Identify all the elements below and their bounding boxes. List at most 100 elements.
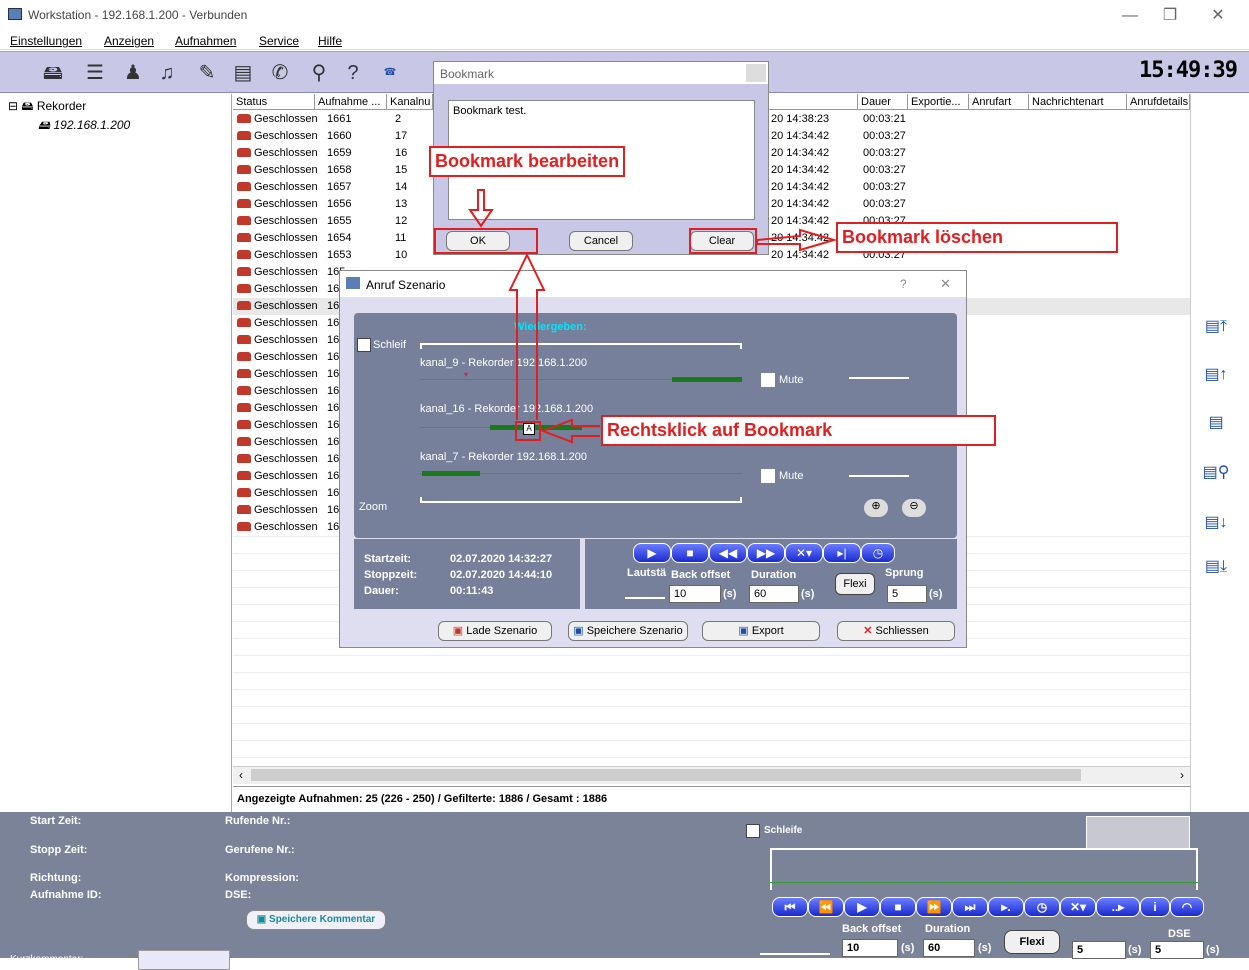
bookmark-cancel-button[interactable]: Cancel	[569, 231, 633, 251]
col-aufnahme[interactable]: Aufnahme ...	[315, 94, 387, 110]
id-cell: 1655	[327, 215, 352, 227]
play-button[interactable]: ▶	[844, 897, 880, 917]
search-list-icon[interactable]: ▤⚲	[1201, 462, 1231, 484]
zoom-bracket[interactable]	[420, 497, 742, 503]
close-button[interactable]: ✕	[1198, 4, 1238, 28]
move-top-icon[interactable]: ▤⤒	[1201, 316, 1231, 338]
bottom-flexi-button[interactable]: Flexi	[1004, 930, 1060, 954]
tree-root-rekorder[interactable]: ⊟ 🖴 Rekorder	[8, 97, 86, 118]
scenario-help-button[interactable]: ?	[900, 277, 907, 291]
maximize-button[interactable]: ❐	[1150, 4, 1190, 28]
forward-button[interactable]: ⏩	[916, 897, 952, 917]
jump-button[interactable]: ..▸	[1096, 897, 1140, 917]
help-icon[interactable]: ?	[338, 58, 368, 88]
bookmark-close-icon[interactable]	[746, 64, 766, 82]
cut-button[interactable]: ✕▾	[1060, 897, 1096, 917]
move-up-icon[interactable]: ▤↑	[1201, 364, 1231, 386]
track-1-volume-slider[interactable]	[849, 377, 909, 379]
id-cell: 16	[327, 453, 340, 465]
scenario-flexi-button[interactable]: Flexi	[835, 573, 875, 595]
bottom-jump-stepper[interactable]: 5	[1072, 941, 1126, 959]
scroll-right-icon[interactable]: ›	[1180, 768, 1184, 782]
track-3-volume-slider[interactable]	[849, 475, 909, 477]
scenario-app-icon	[346, 277, 360, 289]
tree-item-recorder[interactable]: 🖴 192.168.1.200	[38, 116, 130, 137]
next-marker-button[interactable]: ▸.	[988, 897, 1024, 917]
col-anrufart[interactable]: Anrufart	[969, 94, 1029, 110]
col-anrufdetails[interactable]: Anrufdetails	[1127, 94, 1190, 110]
zoom-out-icon[interactable]: ⊖	[902, 499, 926, 517]
tools-icon[interactable]: ✎	[192, 58, 222, 88]
stop-button[interactable]: ■	[880, 897, 916, 917]
annotation-edit: Bookmark bearbeiten	[429, 146, 626, 177]
short-comment-input[interactable]	[138, 950, 230, 970]
scenario-cut-button[interactable]: ✕▾	[785, 543, 823, 563]
bottom-timeline[interactable]	[770, 848, 1198, 890]
menu-einstellungen[interactable]: Einstellungen	[10, 34, 82, 48]
scroll-thumb[interactable]	[251, 769, 1081, 781]
scenario-times-panel: Startzeit: 02.07.2020 14:32:27 Stoppzeit…	[354, 539, 580, 609]
empty-row-line	[233, 672, 1190, 673]
bottom-backoffset-stepper[interactable]: 10	[842, 939, 898, 957]
status-text: Geschlossen	[254, 317, 318, 329]
bottom-dse-stepper[interactable]: 5	[1150, 941, 1204, 959]
skip-start-button[interactable]: ⏮	[772, 897, 808, 917]
track-1-mute-checkbox[interactable]	[761, 373, 775, 387]
phone-number-icon[interactable]: ☎	[375, 58, 405, 88]
col-nachrichtenart[interactable]: Nachrichtenart	[1029, 94, 1127, 110]
book-icon[interactable]: ▤	[228, 58, 258, 88]
info-button[interactable]: i	[1140, 897, 1170, 917]
scroll-left-icon[interactable]: ‹	[239, 768, 243, 782]
id-cell: 16	[327, 504, 340, 516]
move-bottom-icon[interactable]: ▤⤓	[1201, 556, 1231, 578]
close-scenario-button[interactable]: ✕ Schliessen	[837, 621, 955, 641]
minimize-button[interactable]: —	[1110, 4, 1150, 28]
scenario-clock-button[interactable]: ◷	[861, 543, 895, 563]
scenario-backoffset-stepper[interactable]: 10	[669, 585, 721, 603]
audio-icon[interactable]: ♫	[152, 58, 182, 88]
id-cell: 1661	[327, 113, 352, 125]
move-down-icon[interactable]: ▤↓	[1201, 512, 1231, 534]
details-icon[interactable]: ▤	[1201, 412, 1231, 434]
export-button[interactable]: ▣ Export	[702, 621, 820, 641]
zoom-in-icon[interactable]: ⊕	[864, 499, 888, 517]
menu-anzeigen[interactable]: Anzeigen	[104, 34, 154, 48]
col-kanal[interactable]: Kanalnu	[387, 94, 433, 110]
rec-list-icon[interactable]: ☰	[80, 58, 110, 88]
rewind-button[interactable]: ⏪	[808, 897, 844, 917]
users-icon[interactable]: ♟	[118, 58, 148, 88]
menu-aufnahmen[interactable]: Aufnahmen	[175, 34, 236, 48]
recorder-icon[interactable]: 🖴	[38, 58, 68, 88]
horizontal-scrollbar[interactable]: ‹ ›	[233, 766, 1190, 784]
skip-end-button[interactable]: ⏭	[952, 897, 988, 917]
col-dauer[interactable]: Dauer	[858, 94, 908, 110]
load-scenario-button[interactable]: ▣ Lade Szenario	[438, 621, 552, 641]
save-comment-button[interactable]: ▣ Speichere Kommentar	[246, 910, 386, 930]
search-icon[interactable]: ⚲	[304, 58, 334, 88]
save-scenario-button[interactable]: ▣ Speichere Szenario	[568, 621, 688, 641]
volume-dial-button[interactable]: ◠	[1170, 897, 1204, 917]
scenario-loop-checkbox[interactable]	[357, 338, 371, 352]
loop-checkbox[interactable]	[746, 824, 760, 838]
menu-service[interactable]: Service	[259, 34, 299, 48]
col-exportiert[interactable]: Exportie...	[908, 94, 969, 110]
scenario-play-button[interactable]: ▶	[633, 543, 671, 563]
scenario-forward-button[interactable]: ▶▶	[747, 543, 785, 563]
scenario-rewind-button[interactable]: ◀◀	[709, 543, 747, 563]
track-3-mute-checkbox[interactable]	[761, 469, 775, 483]
volume-slider[interactable]	[760, 953, 830, 955]
track-1-marker-icon[interactable]: ▾	[464, 370, 468, 379]
bottom-duration-stepper[interactable]: 60	[923, 939, 975, 957]
scenario-close-icon[interactable]: ✕	[940, 276, 951, 292]
scenario-duration-stepper[interactable]: 60	[749, 585, 799, 603]
menu-hilfe[interactable]: Hilfe	[318, 34, 342, 48]
call-icon[interactable]: ✆	[265, 58, 295, 88]
clock-button[interactable]: ◷	[1024, 897, 1060, 917]
scenario-jump-button[interactable]: ▸|	[823, 543, 861, 563]
empty-row-line	[233, 689, 1190, 690]
col-status[interactable]: Status	[233, 94, 315, 110]
scenario-stop-button[interactable]: ■	[671, 543, 709, 563]
sprung-stepper[interactable]: 5	[887, 585, 927, 603]
empty-row-line	[233, 740, 1190, 741]
scenario-volume-slider[interactable]	[625, 597, 665, 599]
